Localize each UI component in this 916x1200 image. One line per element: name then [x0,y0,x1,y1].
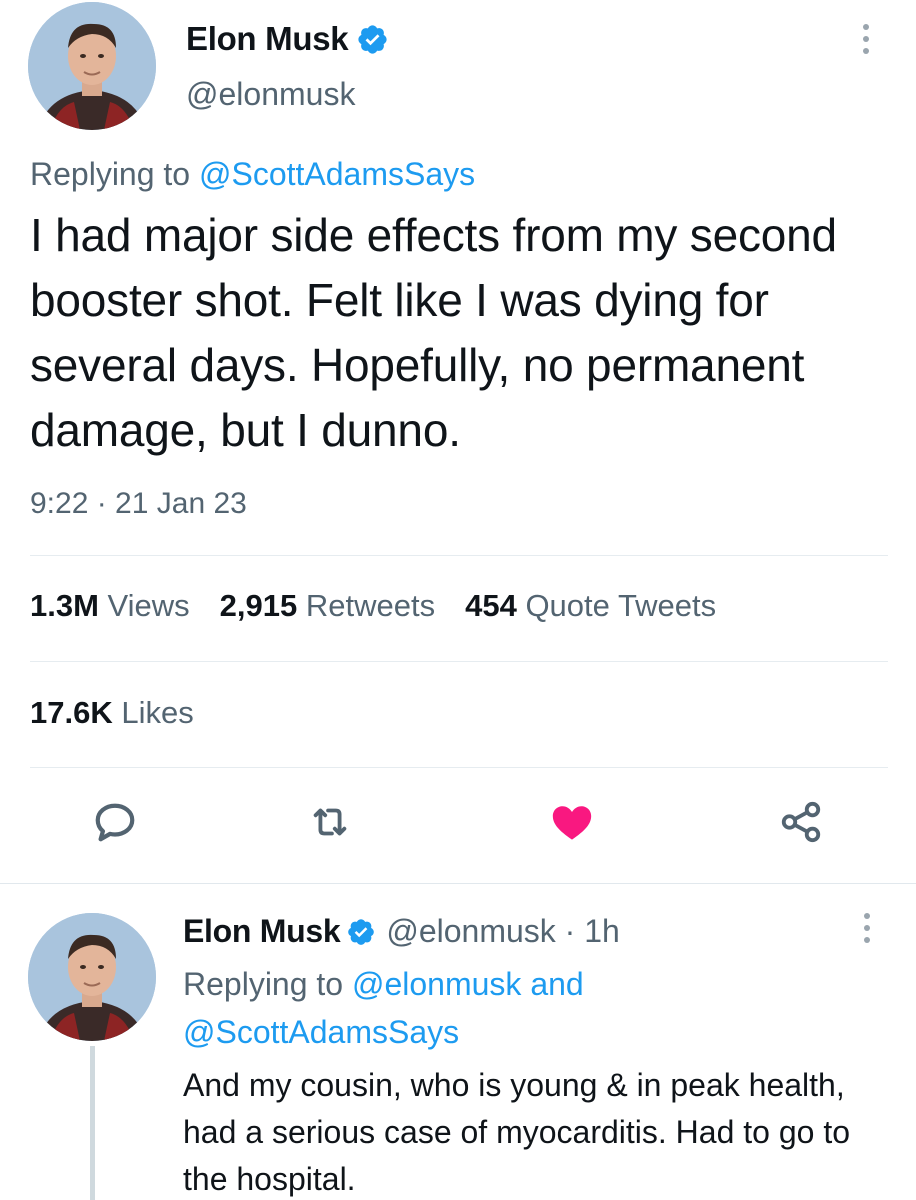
verified-badge-icon [356,23,389,56]
reply-author-name[interactable]: Elon Musk [183,913,341,950]
replying-joiner: and [521,966,584,1002]
like-button[interactable] [547,797,597,847]
quote-tweets-label: Quote Tweets [516,588,717,623]
tweet-timestamp[interactable]: 9:22 · 21 Jan 23 [30,487,247,521]
divider [30,661,888,662]
tweet-detail-page: Elon Musk @elonmusk Replying to @ScottAd… [0,0,916,1200]
share-button[interactable] [776,797,826,847]
mention-link[interactable]: @elonmusk [352,966,521,1002]
replying-prefix: Replying to [183,966,352,1002]
retweets-stat[interactable]: 2,915 Retweets [220,588,435,624]
share-icon [781,801,821,843]
mention-link[interactable]: @ScottAdamsSays [199,156,475,192]
retweet-icon [313,808,347,836]
likes-stat[interactable]: 17.6K Likes [30,695,194,731]
verified-badge-icon [346,917,376,947]
reply-icon [95,803,135,842]
engagement-stats: 1.3M Views 2,915 Retweets 454 Quote Twee… [30,588,746,624]
replying-prefix: Replying to [30,156,199,192]
reply-replying-to-line: Replying to @elonmusk and @ScottAdamsSays [183,960,883,1056]
reply-handle-time[interactable]: @elonmusk · 1h [386,913,619,950]
likes-count: 17.6K [30,695,113,730]
views-count: 1.3M [30,588,99,623]
reply-text: And my cousin, who is young & in peak he… [183,1067,851,1197]
reply-button[interactable] [90,797,140,847]
heart-filled-icon [552,806,592,840]
replying-to-line: Replying to @ScottAdamsSays [30,156,475,193]
tweet-text: I had major side effects from my second … [30,209,837,456]
reply-author-avatar[interactable] [28,913,156,1041]
retweets-label: Retweets [297,588,436,623]
retweet-button[interactable] [305,797,355,847]
more-options-icon[interactable] [861,24,871,54]
views-label: Views [98,588,190,623]
section-divider [0,883,916,884]
quote-tweets-count: 454 [465,588,517,623]
avatar-portrait [28,2,156,130]
thread-connector-line [90,1046,95,1200]
author-avatar[interactable] [28,2,156,130]
retweets-count: 2,915 [219,588,298,623]
author-name-row: Elon Musk [186,20,389,58]
more-options-icon[interactable] [862,913,872,943]
quote-tweets-stat[interactable]: 454 Quote Tweets [465,588,716,624]
author-handle[interactable]: @elonmusk [186,76,355,113]
reply-header: Elon Musk @elonmusk · 1h [183,913,620,950]
author-name[interactable]: Elon Musk [186,20,349,58]
mention-link[interactable]: @ScottAdamsSays [183,1014,459,1050]
avatar-portrait [28,913,156,1041]
likes-label: Likes [112,695,194,730]
divider [30,555,888,556]
views-stat[interactable]: 1.3M Views [30,588,190,624]
divider [30,767,888,768]
